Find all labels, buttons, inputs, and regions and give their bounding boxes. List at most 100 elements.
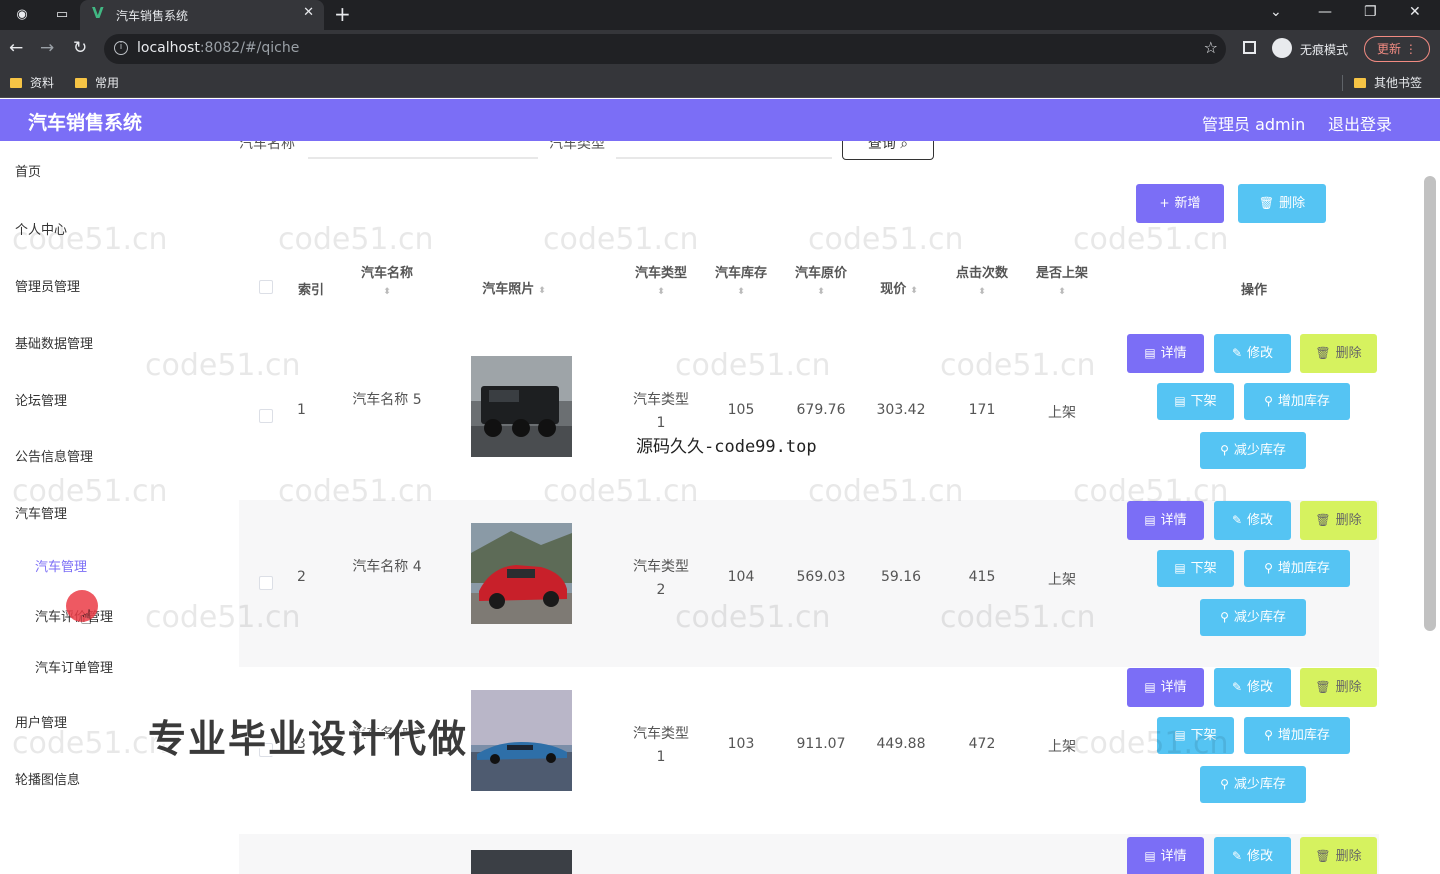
delete-button[interactable]: 🗑 删除 bbox=[1300, 837, 1377, 874]
edit-button[interactable]: ✎ 修改 bbox=[1214, 334, 1291, 373]
add-stock-button[interactable]: ⚲ 增加库存 bbox=[1244, 383, 1350, 420]
col-stock[interactable]: 汽车库存 ⬍ bbox=[708, 262, 774, 297]
trash-icon: 🗑 bbox=[1315, 346, 1331, 360]
car-table: 索引 汽车名称 ⬍ 汽车照片 ⬍ 汽车类型 ⬍ 汽车库存 ⬍ 汽车原价 ⬍ 现价 ⬍ 点击次… bbox=[239, 233, 1379, 874]
sort-icon[interactable]: ⬍ bbox=[910, 286, 918, 296]
car-photo bbox=[471, 850, 572, 874]
delete-button[interactable]: 🗑 删除 bbox=[1300, 334, 1377, 373]
sidebar-subitem-car[interactable]: 汽车管理 bbox=[35, 556, 87, 575]
off-shelf-button[interactable]: ▤ 下架 bbox=[1157, 717, 1234, 754]
sidebar-item-home[interactable]: 首页 bbox=[15, 161, 41, 180]
document-icon: ▤ bbox=[1144, 680, 1156, 694]
bookmark-folder-ziliao[interactable]: 资料 bbox=[10, 74, 54, 91]
incognito-avatar-icon[interactable] bbox=[1272, 38, 1292, 58]
detail-label: 详情 bbox=[1160, 346, 1187, 361]
search-name-input[interactable] bbox=[308, 141, 538, 159]
sidebar-item-base-data[interactable]: 基础数据管理 bbox=[15, 333, 93, 352]
sidebar-item-carousel[interactable]: 轮播图信息 bbox=[15, 769, 80, 788]
sort-icon[interactable]: ⬍ bbox=[538, 286, 546, 296]
delete-button[interactable]: 🗑 删除 bbox=[1300, 501, 1377, 540]
delete-button[interactable]: 🗑 删除 bbox=[1300, 668, 1377, 707]
select-all-checkbox[interactable] bbox=[259, 280, 273, 294]
forward-arrow-icon[interactable]: → bbox=[40, 38, 54, 58]
detail-button[interactable]: ▤ 详情 bbox=[1127, 501, 1204, 540]
add-button[interactable]: + 新增 bbox=[1136, 184, 1224, 223]
edit-button[interactable]: ✎ 修改 bbox=[1214, 668, 1291, 707]
off-shelf-button[interactable]: ▤ 下架 bbox=[1157, 550, 1234, 587]
off-shelf-button[interactable]: ▤ 下架 bbox=[1157, 383, 1234, 420]
browser-update-button[interactable]: 更新 ⋮ bbox=[1364, 36, 1430, 62]
window-minimize-icon[interactable]: — bbox=[1318, 4, 1332, 20]
window-restore-icon[interactable]: ❐ bbox=[1364, 4, 1377, 20]
cell-clicks: 415 bbox=[968, 569, 996, 585]
add-stock-button[interactable]: ⚲ 增加库存 bbox=[1244, 550, 1350, 587]
logout-link[interactable]: 退出登录 bbox=[1328, 111, 1392, 135]
sidebar-subitem-car-order[interactable]: 汽车订单管理 bbox=[35, 657, 113, 676]
col-photo-label: 汽车照片 bbox=[482, 282, 535, 297]
col-orig-price-label: 汽车原价 bbox=[794, 266, 847, 281]
col-clicks[interactable]: 点击次数 ⬍ bbox=[947, 262, 1017, 297]
query-button[interactable]: 查询 ⌕ bbox=[842, 141, 934, 160]
tab-search-icon[interactable]: ▭ bbox=[52, 5, 72, 25]
sort-icon[interactable]: ⬍ bbox=[947, 287, 1017, 297]
promo-overlay-text: 专业毕业设计代做 bbox=[148, 717, 469, 761]
col-price[interactable]: 现价 ⬍ bbox=[866, 278, 932, 297]
reduce-stock-button[interactable]: ⚲ 减少库存 bbox=[1200, 599, 1306, 636]
car-photo bbox=[471, 523, 572, 624]
sidebar-item-user[interactable]: 用户管理 bbox=[15, 712, 67, 731]
col-name[interactable]: 汽车名称 ⬍ bbox=[347, 262, 427, 297]
reload-icon[interactable]: ↻ bbox=[73, 38, 87, 58]
col-photo[interactable]: 汽车照片 ⬍ bbox=[464, 278, 564, 297]
sort-icon[interactable]: ⬍ bbox=[347, 287, 427, 297]
sidebar-item-car-group[interactable]: 汽车管理 bbox=[15, 503, 67, 522]
sidebar-item-forum[interactable]: 论坛管理 bbox=[15, 390, 67, 409]
cell-type: 汽车类型 1 bbox=[633, 392, 689, 431]
current-user-label: 管理员 admin bbox=[1202, 115, 1306, 134]
page-scrollbar[interactable] bbox=[1424, 176, 1436, 631]
tab-close-icon[interactable]: ✕ bbox=[303, 5, 314, 20]
col-type[interactable]: 汽车类型 ⬍ bbox=[628, 262, 694, 297]
cell-clicks: 171 bbox=[968, 402, 996, 418]
col-index: 索引 bbox=[298, 283, 325, 298]
cell-stock: 105 bbox=[727, 402, 755, 418]
edit-button[interactable]: ✎ 修改 bbox=[1214, 837, 1291, 874]
bookmark-star-icon[interactable]: ☆ bbox=[1204, 38, 1218, 57]
cell-orig-price: 679.76 bbox=[796, 402, 846, 418]
search-type-input[interactable] bbox=[616, 141, 832, 159]
row-checkbox[interactable] bbox=[259, 576, 273, 590]
reduce-stock-button[interactable]: ⚲ 减少库存 bbox=[1200, 432, 1306, 469]
location-pin-icon: ⚲ bbox=[1220, 610, 1229, 624]
browser-menu-icon[interactable]: ◉ bbox=[12, 5, 32, 25]
sort-icon[interactable]: ⬍ bbox=[788, 287, 854, 297]
car-photo bbox=[471, 356, 572, 457]
detail-button[interactable]: ▤ 详情 bbox=[1127, 334, 1204, 373]
detail-button[interactable]: ▤ 详情 bbox=[1127, 668, 1204, 707]
edit-button[interactable]: ✎ 修改 bbox=[1214, 501, 1291, 540]
reduce-stock-button[interactable]: ⚲ 减少库存 bbox=[1200, 766, 1306, 803]
site-info-icon[interactable]: i bbox=[114, 41, 128, 55]
sidebar-item-notice[interactable]: 公告信息管理 bbox=[15, 446, 93, 465]
detail-button[interactable]: ▤ 详情 bbox=[1127, 837, 1204, 874]
back-arrow-icon[interactable]: ← bbox=[9, 38, 23, 58]
sort-icon[interactable]: ⬍ bbox=[1027, 287, 1097, 297]
side-panel-icon[interactable] bbox=[1243, 41, 1256, 54]
window-close-icon[interactable]: ✕ bbox=[1409, 4, 1421, 20]
address-bar[interactable]: i localhost:8082/#/qiche ☆ bbox=[104, 34, 1226, 64]
tab-list-chevron-icon[interactable]: ⌄ bbox=[1270, 4, 1282, 20]
new-tab-icon[interactable]: + bbox=[334, 2, 351, 26]
browser-toolbar: ← → ↻ i localhost:8082/#/qiche ☆ bbox=[0, 30, 1440, 68]
row-checkbox[interactable] bbox=[259, 409, 273, 423]
col-orig-price[interactable]: 汽车原价 ⬍ bbox=[788, 262, 854, 297]
batch-delete-button[interactable]: 🗑 删除 bbox=[1238, 184, 1326, 223]
sort-icon[interactable]: ⬍ bbox=[628, 287, 694, 297]
reduce-stock-label: 减少库存 bbox=[1233, 777, 1286, 792]
col-on-shelf[interactable]: 是否上架 ⬍ bbox=[1027, 262, 1097, 297]
sidebar-item-admin[interactable]: 管理员管理 bbox=[15, 276, 80, 295]
other-bookmarks[interactable]: 其他书签 bbox=[1354, 74, 1422, 91]
sidebar-item-profile[interactable]: 个人中心 bbox=[15, 219, 67, 238]
add-stock-button[interactable]: ⚲ 增加库存 bbox=[1244, 717, 1350, 754]
bookmark-folder-changyong[interactable]: 常用 bbox=[75, 74, 119, 91]
cell-index: 1 bbox=[297, 402, 306, 418]
sort-icon[interactable]: ⬍ bbox=[708, 287, 774, 297]
browser-tab-active[interactable]: V 汽车销售系统 ✕ bbox=[80, 0, 324, 30]
